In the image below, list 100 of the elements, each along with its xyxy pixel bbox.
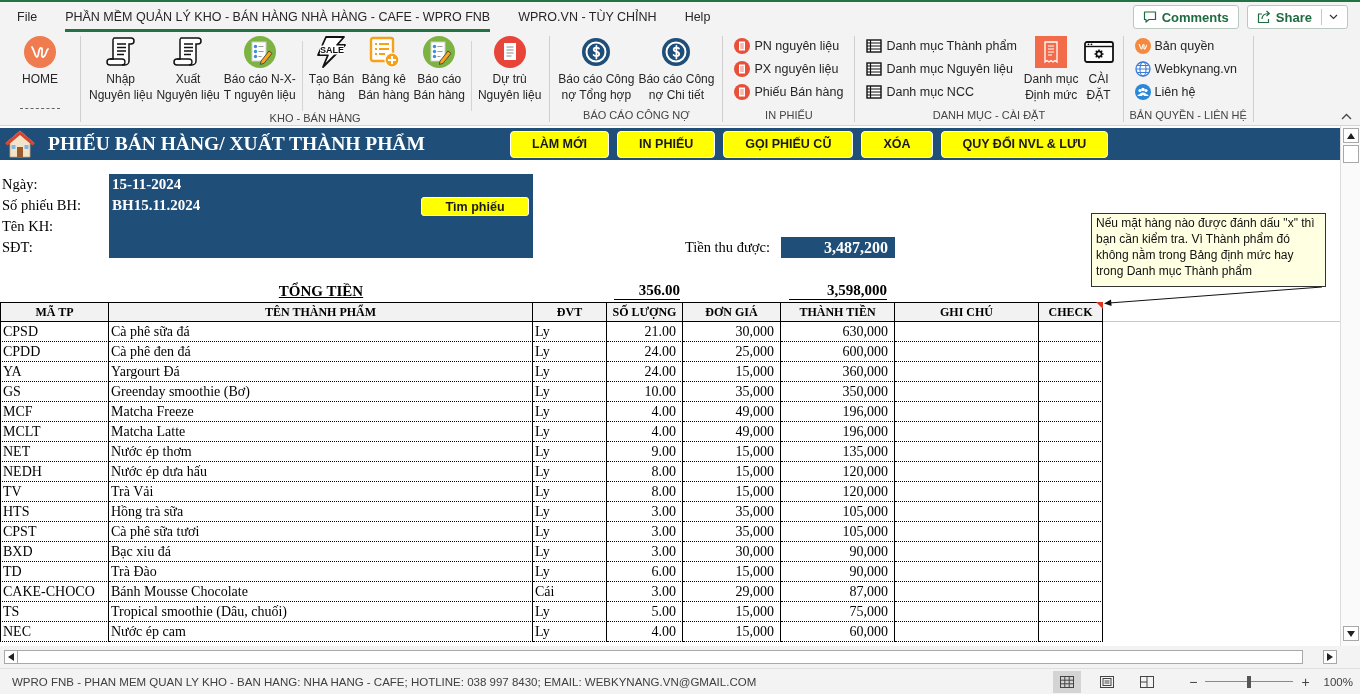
- ribbon-button[interactable]: Danh mục Nguyên liệu: [864, 57, 1019, 80]
- table-cell: 4.00: [607, 402, 683, 422]
- receipt-tile-icon: [1035, 36, 1068, 68]
- ribbon-button[interactable]: Báo cáo Công nợ Chi tiết: [636, 35, 717, 103]
- table-cell: 35,000: [683, 522, 781, 542]
- ribbon-button[interactable]: Dự trù Nguyên liệu: [475, 35, 544, 103]
- table-cell: 90,000: [781, 562, 895, 582]
- table-cell: Ly: [533, 522, 607, 542]
- people-circle-icon: [1134, 83, 1151, 100]
- zoom-out-button[interactable]: −: [1187, 674, 1200, 689]
- table-cell: Bạc xỉu đá: [109, 542, 533, 562]
- table-cell: Trà Đào: [109, 562, 533, 582]
- table-cell: Cà phê sữa tươi: [109, 522, 533, 542]
- table-cell: 105,000: [781, 522, 895, 542]
- table-cell: Ly: [533, 442, 607, 462]
- table-cell: Yargourt Đá: [109, 362, 533, 382]
- scroll-down-button[interactable]: [1342, 626, 1359, 641]
- ribbon-button[interactable]: CÀI ĐẶT: [1080, 35, 1117, 103]
- scroll-left-button[interactable]: [4, 650, 18, 664]
- table-cell: 15,000: [683, 482, 781, 502]
- view-button[interactable]: [1053, 670, 1082, 693]
- ribbon-button[interactable]: Bảng kê Bán hàng: [356, 35, 412, 103]
- action-button[interactable]: GỌI PHIẾU CŨ: [723, 130, 854, 158]
- swirl-circle-icon: [24, 36, 56, 68]
- ribbon-button[interactable]: HOME: [20, 35, 60, 87]
- empty-cell: [1039, 382, 1103, 402]
- ribbon-button[interactable]: SALE Tạo Bán hàng: [306, 35, 357, 103]
- ribbon-button[interactable]: Bản quyền: [1132, 34, 1239, 57]
- house-icon: [5, 130, 35, 158]
- table-cell: 105,000: [781, 502, 895, 522]
- ribbon-button[interactable]: PN nguyên liệu: [732, 34, 846, 57]
- ribbon-button[interactable]: Xuất Nguyên liệu: [154, 35, 222, 103]
- page-layout-icon: [1100, 675, 1115, 688]
- table-cell: 60,000: [781, 622, 895, 642]
- ribbon-button[interactable]: Báo cáo Công nợ Tổng hợp: [556, 35, 637, 103]
- ribbon-button[interactable]: Phiếu Bán hàng: [732, 80, 846, 103]
- menu-tab[interactable]: File: [17, 2, 38, 32]
- zoom-in-button[interactable]: +: [1299, 674, 1312, 689]
- horizontal-scrollbar[interactable]: [18, 650, 1303, 664]
- table-cell: 10.00: [607, 382, 683, 402]
- table-cell: TD: [0, 562, 109, 582]
- action-button[interactable]: QUY ĐỔI NVL & LƯU: [940, 130, 1109, 158]
- scroll-up-button[interactable]: [1342, 128, 1359, 143]
- menu-tab[interactable]: PHẦN MỀM QUẢN LÝ KHO - BÁN HÀNG NHÀ HÀNG - CAFE - WPRO FNB: [65, 2, 491, 32]
- share-button[interactable]: Share: [1246, 5, 1348, 29]
- info-label: Tên KH:: [1, 217, 55, 236]
- scrollbar-thumb[interactable]: [1342, 145, 1359, 163]
- ribbon-button[interactable]: Báo cáo N-X- T nguyên liệu: [221, 35, 298, 103]
- table-cell: NEC: [0, 622, 109, 642]
- ribbon-group-label: KHO - BÁN HÀNG: [268, 111, 362, 126]
- action-button[interactable]: IN PHIẾU: [617, 130, 716, 158]
- ribbon-button[interactable]: Danh mục Định mức: [1021, 35, 1081, 103]
- table-cell: 120,000: [781, 482, 895, 502]
- empty-cell: [1039, 502, 1103, 522]
- table-cell: 196,000: [781, 402, 895, 422]
- ribbon-button[interactable]: Liên hệ: [1132, 80, 1239, 103]
- ribbon-button[interactable]: Nhập Nguyên liệu: [87, 35, 155, 103]
- table-cell: 25,000: [683, 342, 781, 362]
- menu-tab[interactable]: Help: [684, 2, 711, 32]
- action-button[interactable]: LÀM MỚI: [510, 130, 610, 158]
- scroll-right-button[interactable]: [1323, 650, 1337, 664]
- zoom-thumb[interactable]: [1247, 675, 1252, 688]
- menu-tab[interactable]: WPRO.VN - TÙY CHỈNH: [518, 2, 657, 32]
- table-cell: CPSD: [0, 322, 109, 342]
- table-cell: 600,000: [781, 342, 895, 362]
- table-cell: 15,000: [683, 442, 781, 462]
- empty-cell: [1039, 322, 1103, 342]
- table-cell: 120,000: [781, 462, 895, 482]
- ribbon-button[interactable]: PX nguyên liệu: [732, 57, 846, 80]
- table-cell: 3.00: [607, 542, 683, 562]
- empty-cell: [1039, 422, 1103, 442]
- table-cell: Ly: [533, 402, 607, 422]
- ribbon-button[interactable]: Danh mục NCC: [864, 80, 1019, 103]
- total-label: TỔNG TIỀN: [278, 282, 364, 300]
- column-header: ĐVT: [533, 302, 607, 322]
- ribbon-button[interactable]: Webkynang.vn: [1132, 57, 1239, 80]
- globe-icon: [1134, 60, 1151, 77]
- column-header: ĐƠN GIÁ: [683, 302, 781, 322]
- table-cell: 15,000: [683, 462, 781, 482]
- left-triangle-icon: [7, 653, 15, 661]
- table-cell: 15,000: [683, 562, 781, 582]
- search-button[interactable]: Tìm phiếu: [421, 197, 529, 216]
- info-label: SĐT:: [1, 238, 34, 257]
- ribbon-button[interactable]: Báo cáo Bán hàng: [411, 35, 467, 103]
- ribbon-button[interactable]: Danh mục Thành phẩm: [864, 34, 1019, 57]
- total-amount: 3,598,000: [789, 282, 887, 300]
- scroll-document-icon: [104, 36, 137, 68]
- action-button[interactable]: XÓA: [861, 130, 933, 158]
- zoom-level: 100%: [1323, 675, 1353, 688]
- table-cell: 24.00: [607, 342, 683, 362]
- table-cell: Ly: [533, 502, 607, 522]
- comments-button[interactable]: Comments: [1132, 5, 1239, 29]
- table-cell: 3.00: [607, 522, 683, 542]
- empty-cell: [1039, 442, 1103, 462]
- collapse-chevron-icon[interactable]: [1341, 113, 1352, 120]
- table-cell: Ly: [533, 342, 607, 362]
- empty-cell: [1039, 562, 1103, 582]
- table-cell: NET: [0, 442, 109, 462]
- ribbon-group-label: BÁO CÁO CÔNG NỢ: [582, 108, 691, 123]
- up-triangle-icon: [1346, 131, 1355, 140]
